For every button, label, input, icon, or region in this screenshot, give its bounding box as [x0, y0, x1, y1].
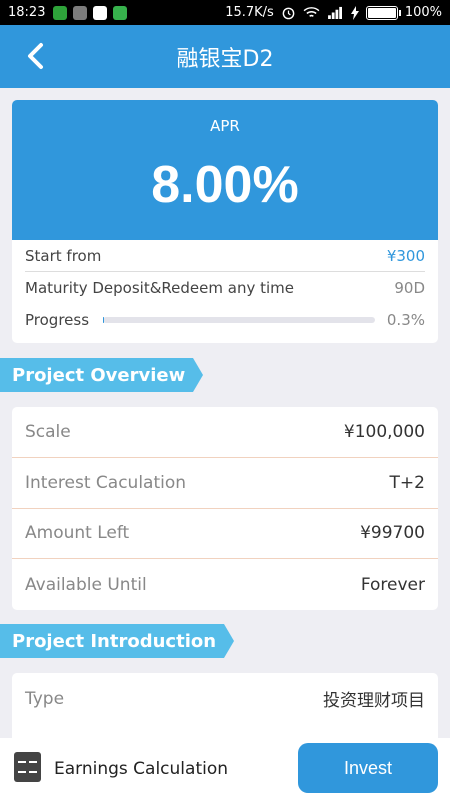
invest-button[interactable]: Invest [298, 743, 438, 793]
wifi-icon [303, 7, 320, 17]
apr-label: APR [210, 117, 240, 135]
section-tag-overview: Project Overview [0, 358, 204, 392]
row-label: Available Until [25, 574, 147, 595]
chevron-left-icon [28, 43, 43, 69]
progress-row: Progress 0.3% [12, 304, 438, 336]
progress-value: 0.3% [386, 311, 425, 329]
notification-icon [53, 5, 68, 20]
notification-icon [73, 5, 88, 20]
row-value: Forever [360, 574, 425, 595]
start-from-row: Start from ¥300 [25, 240, 425, 272]
intro-row-type: Type 投资理财项目 [12, 673, 438, 724]
row-value: ¥99700 [360, 523, 425, 544]
status-time: 18:23 [8, 5, 46, 20]
progress-fill [103, 317, 104, 323]
network-speed: 15.7K/s [225, 5, 274, 20]
overview-row-scale: Scale ¥100,000 [12, 407, 438, 458]
start-from-label: Start from [25, 246, 102, 265]
apr-value: 8.00% [151, 156, 299, 214]
calculator-icon[interactable] [14, 752, 41, 782]
start-from-value: ¥300 [386, 246, 425, 265]
row-value: 投资理财项目 [323, 691, 425, 711]
overview-row-amount-left: Amount Left ¥99700 [12, 509, 438, 560]
battery-icon [365, 5, 401, 20]
overview-row-interest: Interest Caculation T+2 [12, 458, 438, 509]
overview-card: Scale ¥100,000 Interest Caculation T+2 A… [12, 407, 438, 610]
maturity-row: Maturity Deposit&Redeem any time 90D [12, 272, 438, 304]
row-label: Scale [25, 421, 71, 442]
apr-banner: APR 8.00% [12, 100, 438, 240]
row-label: Type [25, 688, 65, 709]
row-value: ¥100,000 [343, 421, 425, 442]
row-value: T+2 [389, 472, 425, 493]
signal-icon [327, 6, 342, 19]
page-title: 融银宝D2 [176, 46, 274, 72]
maturity-label: Maturity Deposit&Redeem any time [25, 279, 294, 297]
bottom-bar: Earnings Calculation Invest [0, 738, 450, 800]
row-label: Interest Caculation [25, 472, 187, 493]
back-button[interactable] [20, 41, 50, 71]
maturity-value: 90D [394, 279, 425, 297]
apr-card: APR 8.00% Start from ¥300 Maturity Depos… [12, 100, 438, 343]
status-bar: 18:23 15.7K/s 100% [0, 0, 450, 25]
battery-percent: 100% [404, 5, 442, 20]
qq-icon [93, 5, 108, 20]
alarm-icon [282, 7, 295, 20]
charging-icon [350, 5, 359, 20]
row-label: Amount Left [25, 523, 130, 544]
overview-row-available: Available Until Forever [12, 559, 438, 610]
wechat-icon [113, 5, 128, 20]
progress-bar [103, 317, 375, 323]
app-header: 融银宝D2 [0, 25, 450, 88]
section-tag-introduction: Project Introduction [0, 624, 235, 658]
earnings-calculation-link[interactable]: Earnings Calculation [54, 759, 228, 779]
progress-label: Progress [25, 311, 90, 329]
